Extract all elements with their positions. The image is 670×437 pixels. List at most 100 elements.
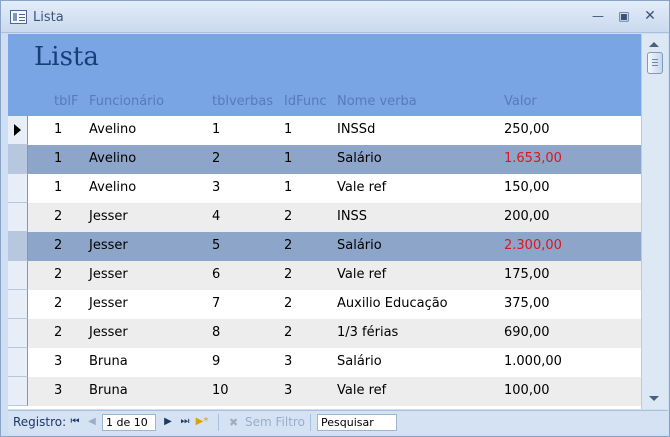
record-position-input[interactable] (102, 414, 156, 431)
record-selector[interactable] (8, 145, 28, 174)
maximize-icon[interactable]: ▣ (615, 8, 633, 24)
cell-idfunc[interactable]: 2 (284, 325, 292, 340)
cell-nome-verba[interactable]: 1/3 férias (337, 325, 398, 340)
table-row[interactable]: 1 Avelino 2 1 Salário 1.653,00 (8, 145, 641, 174)
filter-toggle[interactable]: ✖ Sem Filtro (229, 415, 305, 429)
cell-idfunc[interactable]: 1 (284, 151, 292, 166)
close-icon[interactable]: ✕ (641, 8, 659, 24)
cell-tblf[interactable]: 3 (54, 383, 62, 398)
cell-valor[interactable]: 175,00 (504, 267, 550, 282)
cell-tblverbas[interactable]: 9 (212, 354, 220, 369)
record-selector[interactable] (8, 174, 28, 203)
cell-tblf[interactable]: 2 (54, 325, 62, 340)
previous-record-icon[interactable]: ◀ (85, 415, 99, 429)
filter-off-icon: ✖ (229, 416, 239, 429)
cell-funcionario[interactable]: Bruna (89, 354, 128, 369)
table-row[interactable]: 1 Avelino 1 1 INSSd 250,00 (8, 116, 641, 145)
record-selector[interactable] (8, 116, 28, 145)
cell-idfunc[interactable]: 2 (284, 238, 292, 253)
cell-valor[interactable]: 250,00 (504, 122, 550, 137)
table-row[interactable]: 3 Bruna 9 3 Salário 1.000,00 (8, 348, 641, 377)
cell-valor[interactable]: 2.300,00 (504, 238, 562, 253)
cell-tblf[interactable]: 2 (54, 209, 62, 224)
cell-idfunc[interactable]: 3 (284, 383, 292, 398)
cell-nome-verba[interactable]: Vale ref (337, 180, 386, 195)
cell-nome-verba[interactable]: Salário (337, 238, 382, 253)
cell-nome-verba[interactable]: INSS (337, 209, 367, 224)
cell-tblverbas[interactable]: 3 (212, 180, 220, 195)
cell-tblf[interactable]: 2 (54, 296, 62, 311)
record-selector[interactable] (8, 290, 28, 319)
table-row[interactable]: 2 Jesser 7 2 Auxilio Educação 375,00 (8, 290, 641, 319)
filter-label: Sem Filtro (245, 415, 305, 429)
scroll-thumb[interactable] (647, 52, 663, 74)
cell-tblverbas[interactable]: 8 (212, 325, 220, 340)
cell-tblf[interactable]: 2 (54, 267, 62, 282)
cell-idfunc[interactable]: 1 (284, 122, 292, 137)
cell-tblverbas[interactable]: 6 (212, 267, 220, 282)
cell-tblverbas[interactable]: 2 (212, 151, 220, 166)
record-navigation-bar: Registro: ⏮ ◀ ▶ ⏭ ▶* ✖ Sem Filtro (8, 410, 668, 434)
cell-nome-verba[interactable]: Salário (337, 354, 382, 369)
first-record-icon[interactable]: ⏮ (68, 415, 82, 429)
table-row[interactable]: 2 Jesser 6 2 Vale ref 175,00 (8, 261, 641, 290)
next-record-icon[interactable]: ▶ (161, 415, 175, 429)
cell-valor[interactable]: 375,00 (504, 296, 550, 311)
cell-valor[interactable]: 1.653,00 (504, 151, 562, 166)
cell-nome-verba[interactable]: Auxilio Educação (337, 296, 448, 311)
cell-valor[interactable]: 690,00 (504, 325, 550, 340)
cell-tblverbas[interactable]: 10 (212, 383, 229, 398)
cell-tblf[interactable]: 2 (54, 238, 62, 253)
vertical-scrollbar[interactable] (641, 34, 668, 409)
cell-idfunc[interactable]: 2 (284, 209, 292, 224)
cell-nome-verba[interactable]: Vale ref (337, 383, 386, 398)
cell-funcionario[interactable]: Avelino (89, 151, 136, 166)
cell-tblf[interactable]: 1 (54, 151, 62, 166)
cell-valor[interactable]: 1.000,00 (504, 354, 562, 369)
cell-nome-verba[interactable]: INSSd (337, 122, 375, 137)
cell-tblverbas[interactable]: 5 (212, 238, 220, 253)
table-row[interactable]: 1 Avelino 3 1 Vale ref 150,00 (8, 174, 641, 203)
cell-funcionario[interactable]: Avelino (89, 180, 136, 195)
cell-valor[interactable]: 200,00 (504, 209, 550, 224)
cell-valor[interactable]: 150,00 (504, 180, 550, 195)
search-input[interactable] (317, 414, 397, 431)
cell-funcionario[interactable]: Jesser (89, 267, 128, 282)
record-selector[interactable] (8, 203, 28, 232)
scroll-down-icon[interactable] (649, 396, 659, 401)
cell-valor[interactable]: 100,00 (504, 383, 550, 398)
cell-tblf[interactable]: 1 (54, 122, 62, 137)
cell-nome-verba[interactable]: Salário (337, 151, 382, 166)
form-header: Lista tblF Funcionário tblverbas IdFunc … (8, 34, 641, 116)
table-row[interactable]: 2 Jesser 4 2 INSS 200,00 (8, 203, 641, 232)
cell-funcionario[interactable]: Jesser (89, 296, 128, 311)
cell-idfunc[interactable]: 1 (284, 180, 292, 195)
cell-tblf[interactable]: 1 (54, 180, 62, 195)
cell-funcionario[interactable]: Jesser (89, 209, 128, 224)
cell-funcionario[interactable]: Avelino (89, 122, 136, 137)
record-selector[interactable] (8, 261, 28, 290)
last-record-icon[interactable]: ⏭ (178, 415, 192, 429)
cell-tblverbas[interactable]: 4 (212, 209, 220, 224)
record-selector[interactable] (8, 319, 28, 348)
cell-tblverbas[interactable]: 1 (212, 122, 220, 137)
cell-idfunc[interactable]: 2 (284, 296, 292, 311)
cell-funcionario[interactable]: Bruna (89, 383, 128, 398)
cell-nome-verba[interactable]: Vale ref (337, 267, 386, 282)
new-record-icon[interactable]: ▶* (195, 415, 209, 429)
table-row[interactable]: 3 Bruna 10 3 Vale ref 100,00 (8, 377, 641, 406)
cell-tblf[interactable]: 3 (54, 354, 62, 369)
cell-funcionario[interactable]: Jesser (89, 325, 128, 340)
minimize-icon[interactable]: — (589, 8, 607, 24)
cell-tblverbas[interactable]: 7 (212, 296, 220, 311)
cell-idfunc[interactable]: 2 (284, 267, 292, 282)
title-bar[interactable]: Lista — ▣ ✕ (1, 1, 669, 33)
cell-idfunc[interactable]: 3 (284, 354, 292, 369)
record-selector[interactable] (8, 232, 28, 261)
cell-funcionario[interactable]: Jesser (89, 238, 128, 253)
record-selector[interactable] (8, 348, 28, 377)
scroll-up-icon[interactable] (649, 42, 659, 47)
table-row[interactable]: 2 Jesser 8 2 1/3 férias 690,00 (8, 319, 641, 348)
record-selector[interactable] (8, 377, 28, 406)
table-row[interactable]: 2 Jesser 5 2 Salário 2.300,00 (8, 232, 641, 261)
